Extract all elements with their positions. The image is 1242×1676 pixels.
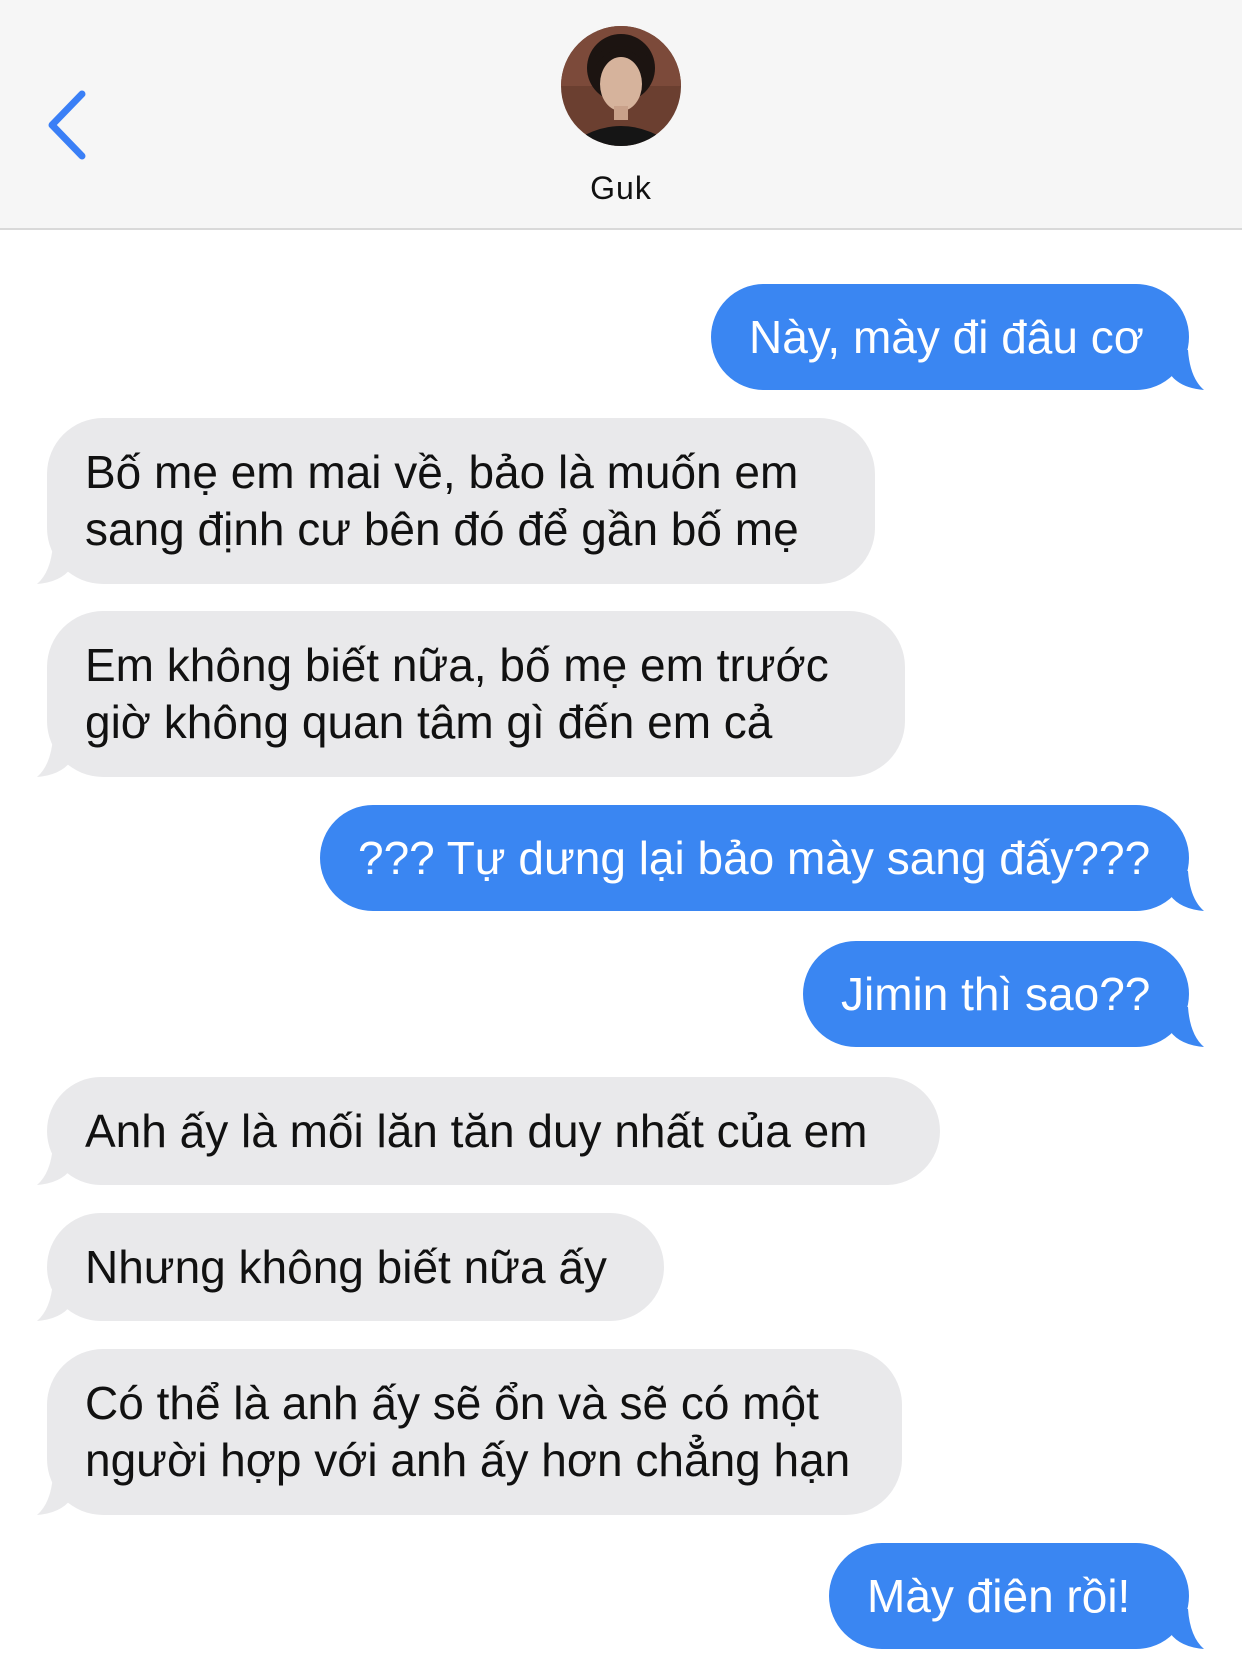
message-text-line: sang định cư bên đó để gần bố mẹ [85, 503, 799, 555]
message-text-line: Em không biết nữa, bố mẹ em trước [85, 639, 829, 691]
bubble-tail [1170, 871, 1204, 911]
incoming-message-bubble[interactable]: Có thể là anh ấy sẽ ổn và sẽ có một ngườ… [47, 1349, 902, 1515]
message-text-line: giờ không quan tâm gì đến em cả [85, 696, 773, 748]
incoming-message-bubble[interactable]: Nhưng không biết nữa ấy [47, 1213, 664, 1321]
message-text: Mày điên rồi! [867, 1569, 1131, 1622]
bubble-tail [37, 544, 71, 584]
outgoing-message-bubble[interactable]: Này, mày đi đâu cơ [711, 284, 1189, 390]
message-text: Jimin thì sao?? [841, 967, 1151, 1020]
bubble-tail [37, 1145, 71, 1185]
outgoing-message-bubble[interactable]: Jimin thì sao?? [803, 941, 1189, 1047]
message-text: Nhưng không biết nữa ấy [85, 1240, 607, 1293]
chevron-left-icon [48, 90, 86, 160]
incoming-message-bubble[interactable]: Bố mẹ em mai về, bảo là muốn em sang địn… [47, 418, 875, 584]
bubble-tail [1170, 1007, 1204, 1047]
avatar-photo [561, 26, 681, 146]
bubble-tail [1170, 1609, 1204, 1649]
bubble-tail [37, 1475, 71, 1515]
bubble-tail [37, 1281, 71, 1321]
conversation-header: Guk [0, 0, 1242, 230]
message-text-line: Bố mẹ em mai về, bảo là muốn em [85, 446, 799, 498]
outgoing-message-bubble[interactable]: Mày điên rồi! [829, 1543, 1189, 1649]
message-text-line: Có thể là anh ấy sẽ ổn và sẽ có một [85, 1377, 819, 1429]
message-text: Này, mày đi đâu cơ [749, 310, 1144, 363]
outgoing-message-bubble[interactable]: ??? Tự dưng lại bảo mày sang đấy??? [320, 805, 1189, 911]
message-text: ??? Tự dưng lại bảo mày sang đấy??? [358, 831, 1151, 884]
bubble-tail [37, 737, 71, 777]
contact-avatar[interactable] [561, 26, 681, 146]
incoming-message-bubble[interactable]: Em không biết nữa, bố mẹ em trước giờ kh… [47, 611, 905, 777]
back-button[interactable] [44, 86, 104, 166]
incoming-message-bubble[interactable]: Anh ấy là mối lăn tăn duy nhất của em [47, 1077, 940, 1185]
contact-name[interactable]: Guk [0, 170, 1242, 207]
message-text-line: người hợp với anh ấy hơn chẳng hạn [85, 1434, 851, 1486]
bubble-tail [1170, 350, 1204, 390]
message-text: Anh ấy là mối lăn tăn duy nhất của em [85, 1104, 868, 1157]
